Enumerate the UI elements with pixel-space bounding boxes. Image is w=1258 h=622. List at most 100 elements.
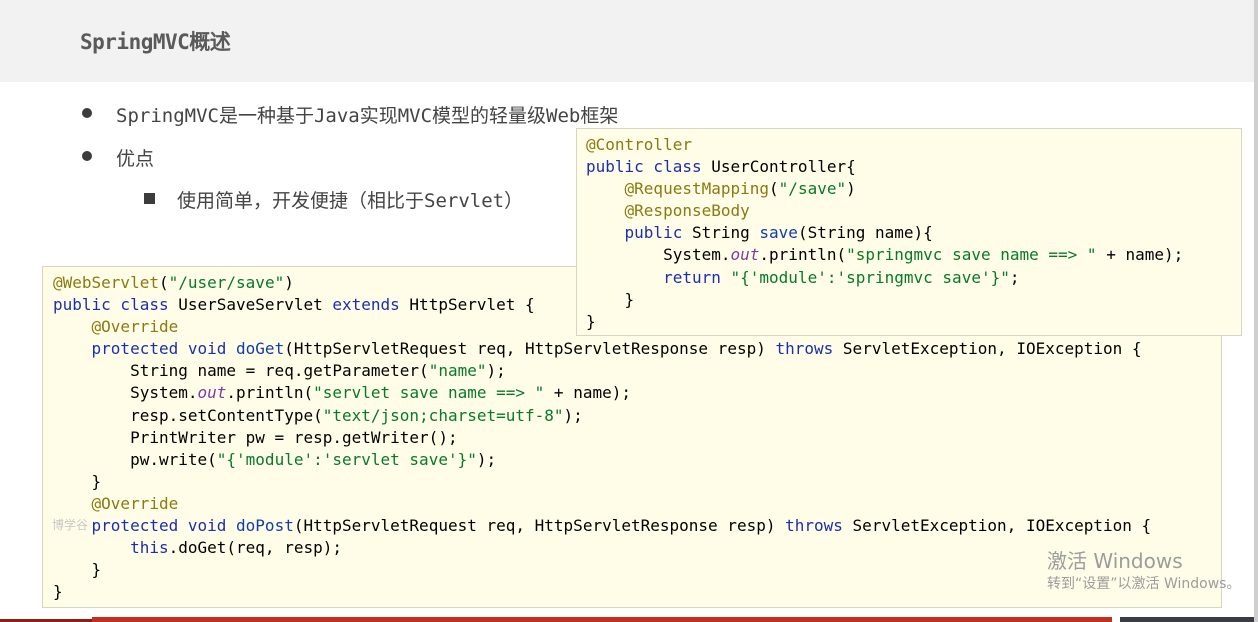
code-token: (HttpServletRequest req, HttpServletResp… xyxy=(293,516,786,536)
code-token: protected void xyxy=(91,339,237,359)
controller-code-line: @Controller xyxy=(586,134,1241,156)
controller-code-line: @RequestMapping("/save") xyxy=(586,178,1241,200)
controller-code-line: public class UserController{ xyxy=(586,156,1241,178)
code-token: save xyxy=(759,223,798,243)
servlet-code-line: this.doGet(req, resp); xyxy=(53,537,1221,559)
code-token: HttpServlet { xyxy=(409,295,535,315)
code-token: out xyxy=(197,383,227,403)
code-token: "springmvc save name ==> " xyxy=(846,245,1097,265)
code-token: protected void xyxy=(91,516,237,536)
code-token: ); xyxy=(486,361,506,381)
code-token: UserController{ xyxy=(711,157,856,177)
sub-bullet-text: 使用简单，开发便捷（相比于Servlet） xyxy=(177,190,524,212)
code-token: System. xyxy=(53,383,198,403)
code-token: ( xyxy=(769,179,779,199)
controller-code-line: public String save(String name){ xyxy=(586,222,1241,244)
window-edge xyxy=(1254,0,1258,622)
servlet-code-line: protected void doPost(HttpServletRequest… xyxy=(53,515,1221,537)
code-token: @RequestMapping xyxy=(624,179,770,199)
code-token: .println( xyxy=(759,245,847,265)
sub-bullet-square xyxy=(144,193,155,204)
code-token: public class xyxy=(586,157,712,177)
code-token: PrintWriter pw = resp.getWriter(); xyxy=(53,427,458,447)
progress-bar xyxy=(92,617,1112,622)
servlet-code-line: protected void doGet(HttpServletRequest … xyxy=(53,338,1221,360)
code-token: System. xyxy=(586,245,731,265)
code-token: (String name){ xyxy=(797,223,933,243)
code-token: String name = req.getParameter( xyxy=(53,361,429,381)
controller-code-block: @Controller public class UserController{ … xyxy=(576,128,1242,336)
code-token: ); xyxy=(563,405,583,425)
code-token: this xyxy=(130,538,169,558)
code-token: String xyxy=(691,223,760,243)
code-token: ); xyxy=(476,449,497,469)
servlet-code-line: System.out.println("servlet save name ==… xyxy=(53,382,1221,404)
code-token: throws xyxy=(785,516,853,536)
code-token: (HttpServletRequest req, HttpServletResp… xyxy=(284,339,776,359)
code-token: } xyxy=(586,311,596,331)
bullet-dot-2 xyxy=(82,151,92,161)
servlet-code-line: resp.setContentType("text/json;charset=u… xyxy=(53,405,1221,427)
code-token: ) xyxy=(846,179,856,199)
servlet-code-line: PrintWriter pw = resp.getWriter(); xyxy=(53,427,1221,449)
servlet-code-line: } xyxy=(53,471,1221,493)
controller-code-line: return "{'module':'springmvc save'}"; xyxy=(586,267,1241,289)
code-token: pw.write( xyxy=(53,449,217,469)
code-token: } xyxy=(53,471,102,491)
servlet-code-line: String name = req.getParameter("name"); xyxy=(53,360,1221,382)
code-token: ServletException, IOException { xyxy=(852,516,1152,536)
code-token: throws xyxy=(775,339,843,359)
controller-code-line: } xyxy=(586,289,1241,311)
bullet-text-2: 优点 xyxy=(116,148,155,170)
slide-title: SpringMVC概述 xyxy=(80,30,231,54)
controller-code-line: @ResponseBody xyxy=(586,200,1241,222)
code-token: @Controller xyxy=(586,135,692,154)
code-token: + name); xyxy=(1096,245,1184,265)
code-token: } xyxy=(586,289,635,309)
servlet-code-line: pw.write("{'module':'servlet save'}"); xyxy=(53,449,1221,471)
code-token: "text/json;charset=utf-8" xyxy=(322,405,564,425)
code-token: public xyxy=(624,223,692,243)
code-token: return xyxy=(663,267,731,287)
bullet-text-1: SpringMVC是一种基于Java实现MVC模型的轻量级Web框架 xyxy=(116,105,619,127)
watermark-text: 博学谷 xyxy=(52,518,89,532)
code-token: UserSaveServlet xyxy=(178,295,333,315)
code-token: .println( xyxy=(226,383,314,403)
code-token: "name" xyxy=(428,361,487,381)
code-token: doPost xyxy=(236,516,294,536)
code-token: + name); xyxy=(544,383,631,403)
activation-title: 激活 Windows xyxy=(1047,549,1183,573)
servlet-code-line: @Override xyxy=(53,493,1221,515)
code-token: extends xyxy=(332,295,410,315)
code-token: ; xyxy=(1009,267,1020,287)
code-token: @Override xyxy=(91,493,179,513)
activation-subtitle: 转到“设置”以激活 Windows。 xyxy=(1047,576,1241,592)
servlet-code-line: } xyxy=(53,581,1221,603)
code-token: public class xyxy=(53,295,179,315)
windows-activation-watermark: 激活 Windows 转到“设置”以激活 Windows。 xyxy=(1047,548,1240,594)
servlet-code-line: } xyxy=(53,559,1221,581)
code-token: doGet xyxy=(236,339,285,359)
controller-code-line: } xyxy=(586,311,1241,333)
progress-bar-end xyxy=(1120,617,1254,622)
code-token: "/save" xyxy=(778,179,847,199)
controller-code-line: System.out.println("springmvc save name … xyxy=(586,244,1241,266)
code-token: resp.setContentType( xyxy=(53,405,323,425)
bullet-dot-1 xyxy=(82,108,92,118)
code-token: "/user/save" xyxy=(168,273,285,292)
code-token: } xyxy=(53,560,102,580)
code-token: .doGet(req, resp); xyxy=(168,538,342,558)
code-token: @ResponseBody xyxy=(624,201,750,221)
code-token: out xyxy=(730,245,760,265)
code-token: "servlet save name ==> " xyxy=(313,383,545,403)
code-token: @WebServlet xyxy=(53,273,159,292)
code-token: ( xyxy=(158,273,169,292)
